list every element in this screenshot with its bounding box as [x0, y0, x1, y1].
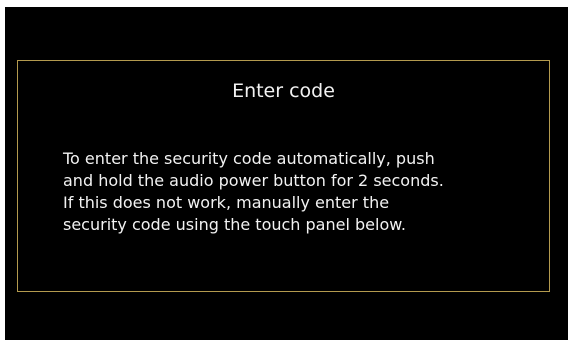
- dialog-message-line: security code using the touch panel belo…: [63, 215, 406, 234]
- dialog-message-line: and hold the audio power button for 2 se…: [63, 171, 444, 190]
- dialog-message: To enter the security code automatically…: [63, 148, 538, 236]
- enter-code-dialog: Enter code To enter the security code au…: [17, 60, 550, 292]
- dialog-title: Enter code: [232, 80, 335, 102]
- dialog-message-line: If this does not work, manually enter th…: [63, 193, 390, 212]
- display-screen: Enter code To enter the security code au…: [5, 7, 568, 340]
- dialog-message-line: To enter the security code automatically…: [63, 149, 435, 168]
